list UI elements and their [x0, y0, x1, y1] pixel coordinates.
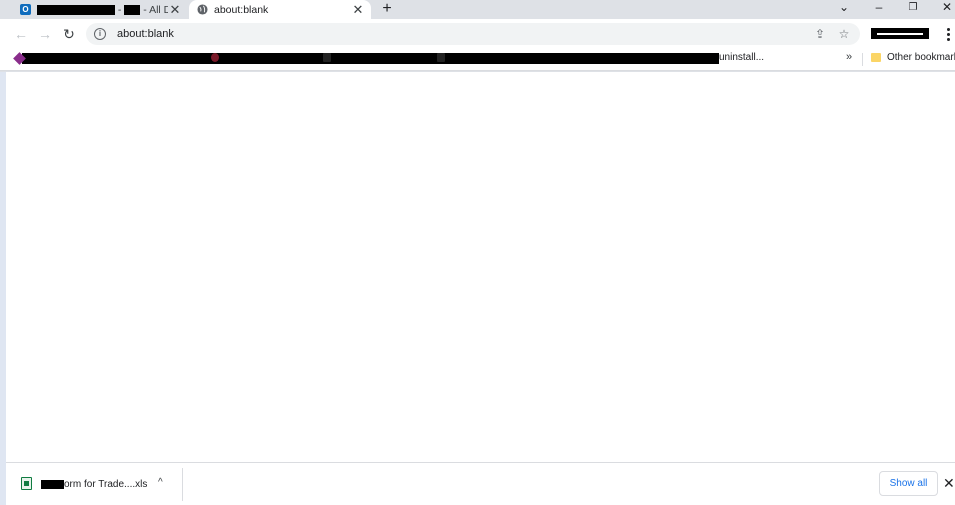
show-all-button[interactable]: Show all: [879, 471, 938, 496]
divider: [182, 468, 183, 501]
minimize-icon[interactable]: –: [864, 0, 894, 14]
bookmarks-bar: uninstall... » Other bookmarks: [0, 49, 955, 71]
tab-title: - - All Do: [37, 4, 168, 16]
bookmark-favicon[interactable]: [323, 53, 331, 62]
info-icon[interactable]: i: [94, 28, 106, 40]
restore-icon[interactable]: ❐: [898, 0, 928, 14]
reload-button[interactable]: ↻: [59, 24, 79, 44]
redacted-text: [37, 4, 115, 15]
new-tab-button[interactable]: +: [378, 0, 396, 18]
forward-button[interactable]: →: [35, 24, 55, 44]
profile-button[interactable]: [870, 27, 930, 40]
outlook-icon: O: [20, 4, 31, 15]
folder-icon: [871, 53, 881, 62]
divider: [862, 53, 863, 66]
download-item[interactable]: orm for Trade....xls ^: [6, 463, 182, 505]
redacted-text: [877, 32, 923, 35]
more-bookmarks-icon[interactable]: »: [846, 51, 852, 63]
redacted-text: [124, 4, 141, 15]
chevron-up-icon[interactable]: ^: [158, 477, 163, 488]
tab-strip: O - - All Do ✕ about:blank ✕ + ⌄ – ❐ ✕: [0, 0, 955, 19]
search-tabs-icon[interactable]: ⌄: [829, 0, 859, 14]
tab-about-blank[interactable]: about:blank ✕: [189, 0, 371, 19]
address-bar[interactable]: i about:blank ⇪ ☆: [86, 23, 860, 45]
download-shelf: orm for Trade....xls ^ Show all ✕: [6, 462, 955, 505]
excel-file-icon: [21, 477, 32, 490]
toolbar: ← → ↻ i about:blank ⇪ ☆: [0, 19, 955, 49]
globe-icon: [197, 4, 208, 15]
download-file-name[interactable]: orm for Trade....xls: [41, 479, 147, 490]
back-button[interactable]: ←: [11, 24, 31, 44]
close-window-icon[interactable]: ✕: [932, 0, 955, 14]
url-text[interactable]: about:blank: [117, 28, 174, 40]
close-tab-icon[interactable]: ✕: [351, 2, 365, 17]
redacted-text: [41, 479, 64, 489]
close-shelf-icon[interactable]: ✕: [943, 475, 955, 492]
menu-icon[interactable]: [941, 25, 955, 43]
bookmark-label[interactable]: uninstall...: [719, 52, 764, 63]
close-tab-icon[interactable]: ✕: [168, 2, 182, 17]
star-icon[interactable]: ☆: [836, 26, 852, 42]
bookmark-favicon[interactable]: [211, 53, 219, 62]
other-bookmarks-label[interactable]: Other bookmarks: [887, 52, 955, 63]
tab-title: about:blank: [214, 3, 269, 16]
page-content: [6, 72, 955, 462]
tab-outlook[interactable]: O - - All Do ✕: [12, 0, 188, 19]
share-icon[interactable]: ⇪: [812, 26, 828, 42]
redacted-bookmarks: [22, 53, 719, 64]
bookmark-favicon[interactable]: [437, 53, 445, 62]
